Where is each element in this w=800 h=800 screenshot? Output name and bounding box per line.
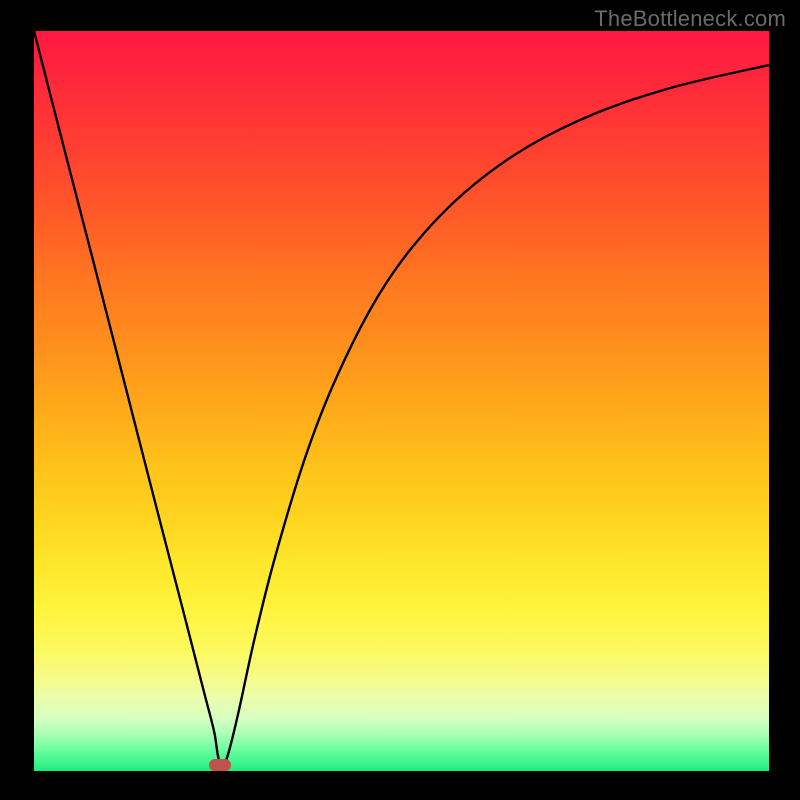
minimum-marker xyxy=(209,759,231,771)
plot-area xyxy=(34,31,769,771)
chart-frame: TheBottleneck.com xyxy=(0,0,800,800)
watermark-text: TheBottleneck.com xyxy=(594,6,786,32)
bottleneck-curve xyxy=(34,31,769,771)
